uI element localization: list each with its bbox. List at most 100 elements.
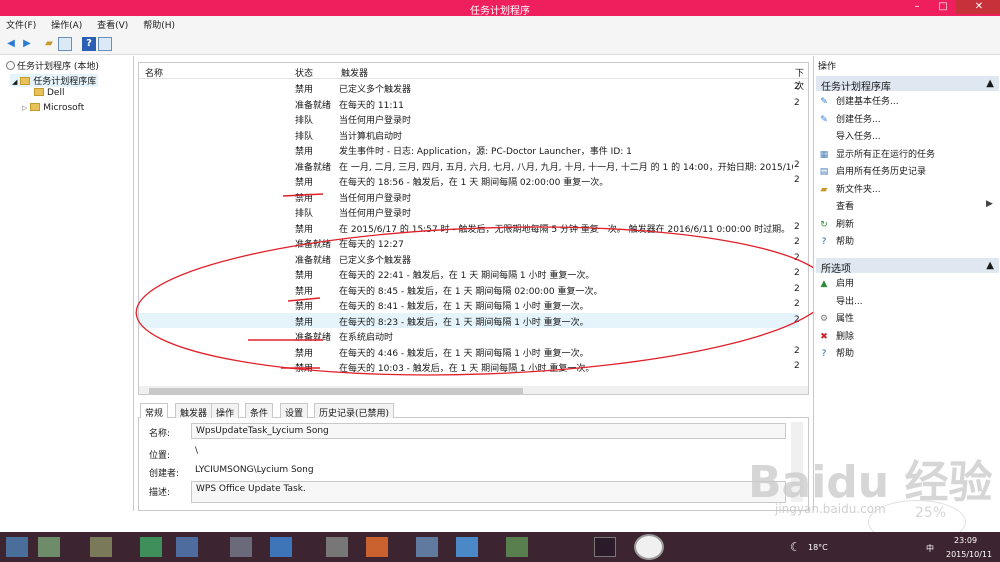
collapse-arrow-icon[interactable]: ◢ xyxy=(12,78,17,86)
clock-date[interactable]: 2015/10/11 xyxy=(946,550,992,559)
table-row[interactable]: RunDFS禁用在 2015/6/17 的 15:57 时 - 触发后，无限期地… xyxy=(139,220,800,236)
app-icon[interactable] xyxy=(38,537,60,557)
action-item[interactable]: ✎ 创建基本任务... xyxy=(818,94,898,107)
menu-view[interactable]: 查看(V) xyxy=(91,16,134,33)
task-status: 准备就绪 xyxy=(295,162,332,173)
tree-item-microsoft[interactable]: ▷ Microsoft xyxy=(22,103,84,113)
task-trigger: 在每天的 18:56 - 触发后，在 1 天 期间每隔 02:00:00 重复一… xyxy=(339,178,609,188)
action-item[interactable]: 导出... xyxy=(818,294,863,307)
app-icon[interactable] xyxy=(366,537,388,557)
task-status: 禁用 xyxy=(295,317,314,328)
action-item[interactable]: ✖ 删除 xyxy=(818,329,854,342)
app-icon[interactable] xyxy=(230,537,252,557)
action-item[interactable]: ▰ 新文件夹... xyxy=(818,182,881,195)
action-item[interactable]: ⚙ 属性 xyxy=(818,311,854,324)
table-row[interactable]: QQBrowser Udpater Task(Co...禁用当任何用户登录时 xyxy=(139,189,799,205)
app-icon[interactable] xyxy=(140,537,162,557)
action-item[interactable]: 导入任务... xyxy=(818,129,881,142)
table-row[interactable]: 微软设备健康助手开机检测准备就绪在系统启动时 xyxy=(139,328,799,344)
column-headers: 名称 状态 触发器 下次 xyxy=(139,63,808,92)
clock-time[interactable]: 23:09 xyxy=(954,536,977,545)
tree-item-dell[interactable]: Dell xyxy=(34,88,64,98)
horizontal-scrollbar[interactable] xyxy=(139,386,808,394)
table-row[interactable]: WandoujiaUpdateTaskMachi...准备就绪已定义多个触发器2 xyxy=(139,251,800,267)
table-row[interactable]: AliUpdater(09EAE5D2-8864-4...禁用已定义多个触发器2 xyxy=(139,80,800,96)
task-status: 准备就绪 xyxy=(295,100,332,111)
menu-help[interactable]: 帮助(H) xyxy=(137,16,181,33)
action-item[interactable]: ▲ 启用 xyxy=(818,276,854,289)
show-pane-icon[interactable] xyxy=(58,37,72,51)
action-item[interactable]: ▦ 显示所有正在运行的任务 xyxy=(818,147,935,160)
table-row[interactable]: RtHDVBg_PushButton排队当任何用户登录时 xyxy=(139,204,799,220)
task-status: 禁用 xyxy=(295,147,314,157)
table-row[interactable]: WpsNotifyTask_Lycium Song禁用在每天的 8:41 - 触… xyxy=(139,297,800,313)
action-pane-icon[interactable] xyxy=(98,37,112,51)
tab-actions[interactable]: 操作 xyxy=(211,403,240,419)
table-row[interactable]: PCDoctorBackgroundMonitor...准备就绪在 一月, 二月… xyxy=(139,158,800,174)
ime-indicator[interactable]: 中 xyxy=(926,543,934,554)
table-row[interactable]: Optimize Start Menu Cache F...排队当计算机启动时 xyxy=(139,127,799,143)
menu-file[interactable]: 文件(F) xyxy=(0,16,42,33)
task-status: 准备就绪 xyxy=(295,333,332,343)
action-item[interactable]: ▤ 启用所有任务历史记录 xyxy=(818,164,926,177)
app-icon[interactable] xyxy=(176,537,198,557)
name-field[interactable]: WpsUpdateTask_Lycium Song xyxy=(191,423,786,439)
tab-history[interactable]: 历史记录(已禁用) xyxy=(314,403,395,419)
tab-general[interactable]: 常规 xyxy=(140,403,169,419)
actions-group-selected[interactable]: 所选项 ▲ xyxy=(816,258,999,275)
tree-library[interactable]: ◢ 任务计划程序库 xyxy=(10,74,99,87)
table-row[interactable]: IUM-F1E24CA0-B63E-4F13-A9...排队当任何用户登录时 xyxy=(139,111,799,127)
app-icon[interactable] xyxy=(416,537,438,557)
table-row[interactable]: QQBrowser Udpater Task禁用在每天的 18:56 - 触发后… xyxy=(139,173,800,189)
action-item[interactable]: ? 帮助 xyxy=(818,346,854,359)
tree-library-label: 任务计划程序库 xyxy=(33,77,97,87)
description-field[interactable]: WPS Office Update Task. xyxy=(191,481,786,503)
action-item[interactable]: ✎ 创建任务... xyxy=(818,112,880,125)
forward-arrow-icon[interactable]: ▶ xyxy=(20,37,34,51)
action-item[interactable]: 查看 ▶ xyxy=(818,199,993,212)
actions-group-library[interactable]: 任务计划程序库 ▲ xyxy=(816,76,999,93)
minimize-button[interactable]: – xyxy=(904,0,930,14)
folder-icon[interactable]: ▰ xyxy=(42,37,56,51)
app-icon[interactable] xyxy=(90,537,112,557)
app-icon[interactable] xyxy=(594,537,616,557)
menu-action[interactable]: 操作(A) xyxy=(45,16,88,33)
table-row[interactable]: WandoujiaUpdateTaskMachi...禁用在每天的 22:41 … xyxy=(139,266,800,282)
action-item[interactable]: ? 帮助 xyxy=(818,234,854,247)
back-arrow-icon[interactable]: ◀ xyxy=(4,37,18,51)
action-item[interactable]: ↻ 刷新 xyxy=(818,217,854,230)
scroll-thumb[interactable] xyxy=(149,388,523,394)
collapse-icon[interactable]: ▲ xyxy=(986,78,994,89)
close-button[interactable]: ✕ xyxy=(956,0,1000,14)
table-row[interactable]: SystemToolsDailyTest准备就绪在每天的 12:272 xyxy=(139,235,800,251)
table-row[interactable]: 微软设备健康助手设备检查禁用在每天的 10:03 - 触发后，在 1 天 期间每… xyxy=(139,359,800,375)
column-name[interactable]: 名称 xyxy=(145,66,163,79)
tab-conditions[interactable]: 条件 xyxy=(245,403,274,419)
app-icon[interactable] xyxy=(456,537,478,557)
table-row[interactable]: 微软设备健康助手自动更新禁用在每天的 4:46 - 触发后，在 1 天 期间每隔… xyxy=(139,344,800,360)
column-status[interactable]: 状态 xyxy=(295,66,313,79)
app-icon[interactable] xyxy=(326,537,348,557)
action-icon: ✎ xyxy=(820,114,828,125)
column-trigger[interactable]: 触发器 xyxy=(341,66,368,79)
task-status: 禁用 xyxy=(295,271,314,281)
expand-arrow-icon[interactable]: ▷ xyxy=(22,104,27,112)
task-next-run: 2 xyxy=(794,361,800,371)
table-row[interactable]: IUM-F1E24CA0-B63E-4F13-A9...准备就绪在每天的 11:… xyxy=(139,96,800,112)
table-row[interactable]: PCDEventLauncherTask禁用发生事件时 - 日志: Applic… xyxy=(139,142,799,158)
task-next-run: 2 xyxy=(794,175,800,185)
table-row[interactable]: WpsExternal_20151003221317禁用在每天的 8:45 - … xyxy=(139,282,800,298)
table-row[interactable]: WpsUpdateTask_Lycium Song禁用在每天的 8:23 - 触… xyxy=(139,312,800,328)
help-icon[interactable]: ? xyxy=(82,37,96,51)
app-icon[interactable] xyxy=(270,537,292,557)
tab-settings[interactable]: 设置 xyxy=(280,403,309,419)
task-next-run: 2 xyxy=(794,299,800,309)
maximize-button[interactable]: □ xyxy=(930,0,956,14)
tree-root[interactable]: 任务计划程序 (本地) xyxy=(6,59,99,72)
start-icon[interactable] xyxy=(6,537,28,557)
app-icon[interactable] xyxy=(506,537,528,557)
clock-app-icon[interactable] xyxy=(634,534,664,560)
task-status: 禁用 xyxy=(295,85,314,95)
collapse-icon[interactable]: ▲ xyxy=(986,260,994,271)
tab-triggers[interactable]: 触发器 xyxy=(175,403,213,419)
